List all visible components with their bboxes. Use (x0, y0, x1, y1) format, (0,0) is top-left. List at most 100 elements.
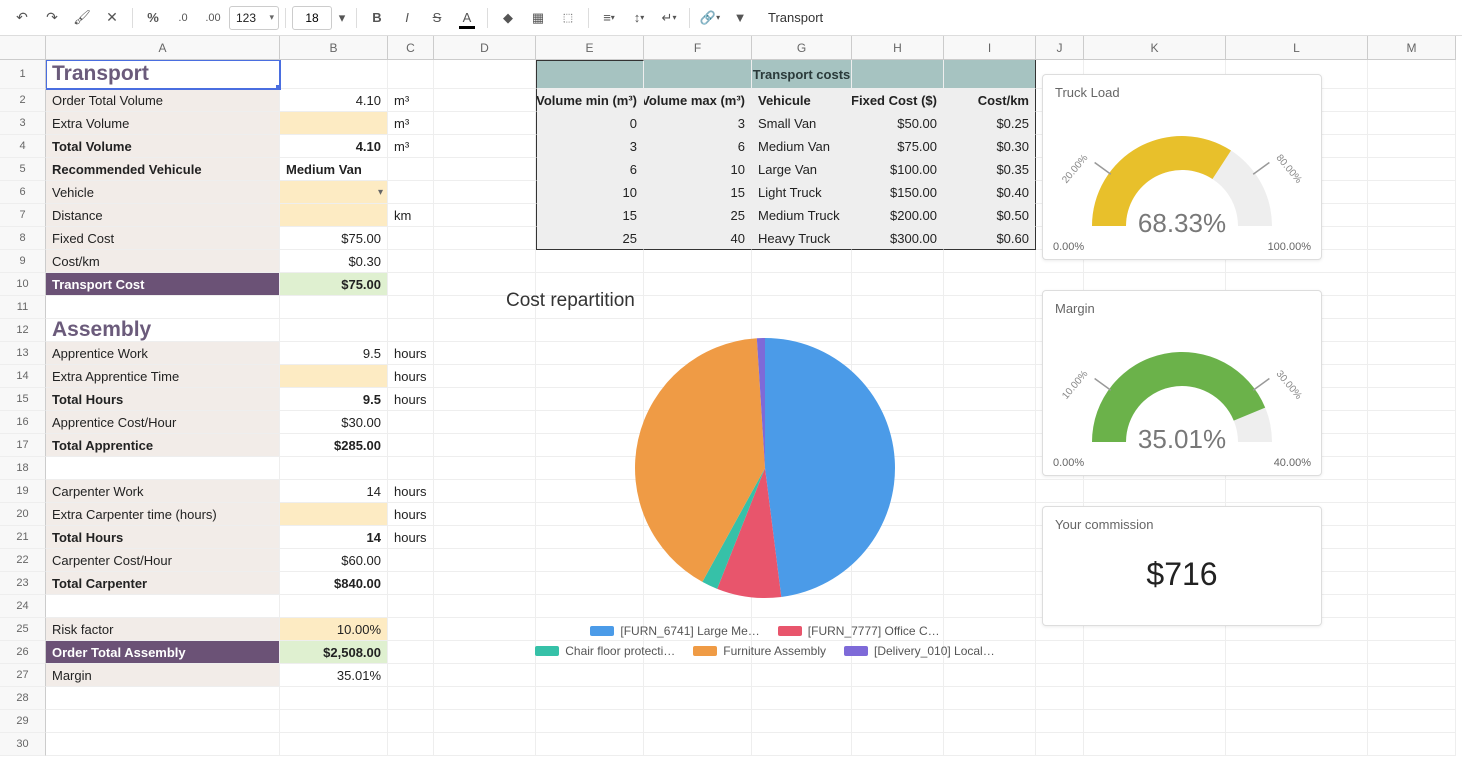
cell-I1[interactable] (944, 60, 1036, 89)
row-header-2[interactable]: 2 (0, 89, 46, 112)
row-header-3[interactable]: 3 (0, 112, 46, 135)
paint-format-button[interactable]: 🖌 (68, 4, 96, 32)
cell-B26[interactable]: $2,508.00 (280, 641, 388, 664)
merge-button[interactable]: ⬚ (554, 4, 582, 32)
cell-H30[interactable] (852, 733, 944, 756)
font-size-dropdown[interactable]: ▾ (334, 4, 350, 32)
cell-M2[interactable] (1368, 89, 1456, 112)
row-header-11[interactable]: 11 (0, 296, 46, 319)
cell-M29[interactable] (1368, 710, 1456, 733)
cell-G30[interactable] (752, 733, 852, 756)
cell-A13[interactable]: Apprentice Work (46, 342, 280, 365)
cell-C2[interactable]: m³ (388, 89, 434, 112)
cell-A21[interactable]: Total Hours (46, 526, 280, 549)
cell-F3[interactable]: 3 (644, 112, 752, 135)
cell-C24[interactable] (388, 595, 434, 618)
cell-A12[interactable]: Assembly (46, 319, 280, 342)
cell-K19[interactable] (1084, 480, 1226, 503)
cell-H2[interactable]: Fixed Cost ($) (852, 89, 944, 112)
cell-B30[interactable] (280, 733, 388, 756)
cell-D2[interactable] (434, 89, 536, 112)
row-header-25[interactable]: 25 (0, 618, 46, 641)
cell-M22[interactable] (1368, 549, 1456, 572)
row-header-23[interactable]: 23 (0, 572, 46, 595)
cell-D6[interactable] (434, 181, 536, 204)
cell-A19[interactable]: Carpenter Work (46, 480, 280, 503)
cell-C13[interactable]: hours (388, 342, 434, 365)
cell-A2[interactable]: Order Total Volume (46, 89, 280, 112)
italic-button[interactable]: I (393, 4, 421, 32)
cell-L19[interactable] (1226, 480, 1368, 503)
strike-button[interactable]: S (423, 4, 451, 32)
row-header-19[interactable]: 19 (0, 480, 46, 503)
cell-M20[interactable] (1368, 503, 1456, 526)
cell-F2[interactable]: Volume max (m³) (644, 89, 752, 112)
cell-M11[interactable] (1368, 296, 1456, 319)
cell-C25[interactable] (388, 618, 434, 641)
cell-B9[interactable]: $0.30 (280, 250, 388, 273)
cell-K30[interactable] (1084, 733, 1226, 756)
cell-A8[interactable]: Fixed Cost (46, 227, 280, 250)
row-header-27[interactable]: 27 (0, 664, 46, 687)
cell-E30[interactable] (536, 733, 644, 756)
cell-H7[interactable]: $200.00 (852, 204, 944, 227)
cell-C26[interactable] (388, 641, 434, 664)
cell-B21[interactable]: 14 (280, 526, 388, 549)
cell-I29[interactable] (944, 710, 1036, 733)
text-color-button[interactable]: A (453, 4, 481, 32)
cell-C1[interactable] (388, 60, 434, 89)
cell-M17[interactable] (1368, 434, 1456, 457)
cell-B11[interactable] (280, 296, 388, 319)
cell-A16[interactable]: Apprentice Cost/Hour (46, 411, 280, 434)
cell-H4[interactable]: $75.00 (852, 135, 944, 158)
cell-B12[interactable] (280, 319, 388, 342)
row-header-17[interactable]: 17 (0, 434, 46, 457)
cell-A24[interactable] (46, 595, 280, 618)
col-header-C[interactable]: C (388, 36, 434, 60)
cell-F1[interactable] (644, 60, 752, 89)
cell-D7[interactable] (434, 204, 536, 227)
cell-G3[interactable]: Small Van (752, 112, 852, 135)
cell-B6[interactable] (280, 181, 388, 204)
cell-C7[interactable]: km (388, 204, 434, 227)
wrap-button[interactable]: ↵▾ (655, 4, 683, 32)
cell-H5[interactable]: $100.00 (852, 158, 944, 181)
font-size-input[interactable] (292, 6, 332, 30)
cell-F29[interactable] (644, 710, 752, 733)
cell-L29[interactable] (1226, 710, 1368, 733)
row-header-14[interactable]: 14 (0, 365, 46, 388)
cell-B15[interactable]: 9.5 (280, 388, 388, 411)
cell-H29[interactable] (852, 710, 944, 733)
cell-D4[interactable] (434, 135, 536, 158)
cell-H1[interactable] (852, 60, 944, 89)
select-all-corner[interactable] (0, 36, 46, 60)
cell-B7[interactable] (280, 204, 388, 227)
cell-B23[interactable]: $840.00 (280, 572, 388, 595)
cell-G2[interactable]: Vehicule (752, 89, 852, 112)
cell-C15[interactable]: hours (388, 388, 434, 411)
cell-M15[interactable] (1368, 388, 1456, 411)
row-header-22[interactable]: 22 (0, 549, 46, 572)
cell-F8[interactable]: 40 (644, 227, 752, 250)
cell-A27[interactable]: Margin (46, 664, 280, 687)
cell-B25[interactable]: 10.00% (280, 618, 388, 641)
number-format-select[interactable]: 123 (229, 6, 279, 30)
cell-B24[interactable] (280, 595, 388, 618)
cell-M4[interactable] (1368, 135, 1456, 158)
cell-H8[interactable]: $300.00 (852, 227, 944, 250)
cell-B29[interactable] (280, 710, 388, 733)
row-header-9[interactable]: 9 (0, 250, 46, 273)
col-header-L[interactable]: L (1226, 36, 1368, 60)
cell-C29[interactable] (388, 710, 434, 733)
cell-B27[interactable]: 35.01% (280, 664, 388, 687)
cell-B1[interactable] (280, 60, 388, 89)
cell-M24[interactable] (1368, 595, 1456, 618)
cell-D30[interactable] (434, 733, 536, 756)
cell-K27[interactable] (1084, 664, 1226, 687)
cell-E6[interactable]: 10 (536, 181, 644, 204)
cell-M23[interactable] (1368, 572, 1456, 595)
cell-A17[interactable]: Total Apprentice (46, 434, 280, 457)
cell-M9[interactable] (1368, 250, 1456, 273)
cell-G9[interactable] (752, 250, 852, 273)
borders-button[interactable]: ▦ (524, 4, 552, 32)
